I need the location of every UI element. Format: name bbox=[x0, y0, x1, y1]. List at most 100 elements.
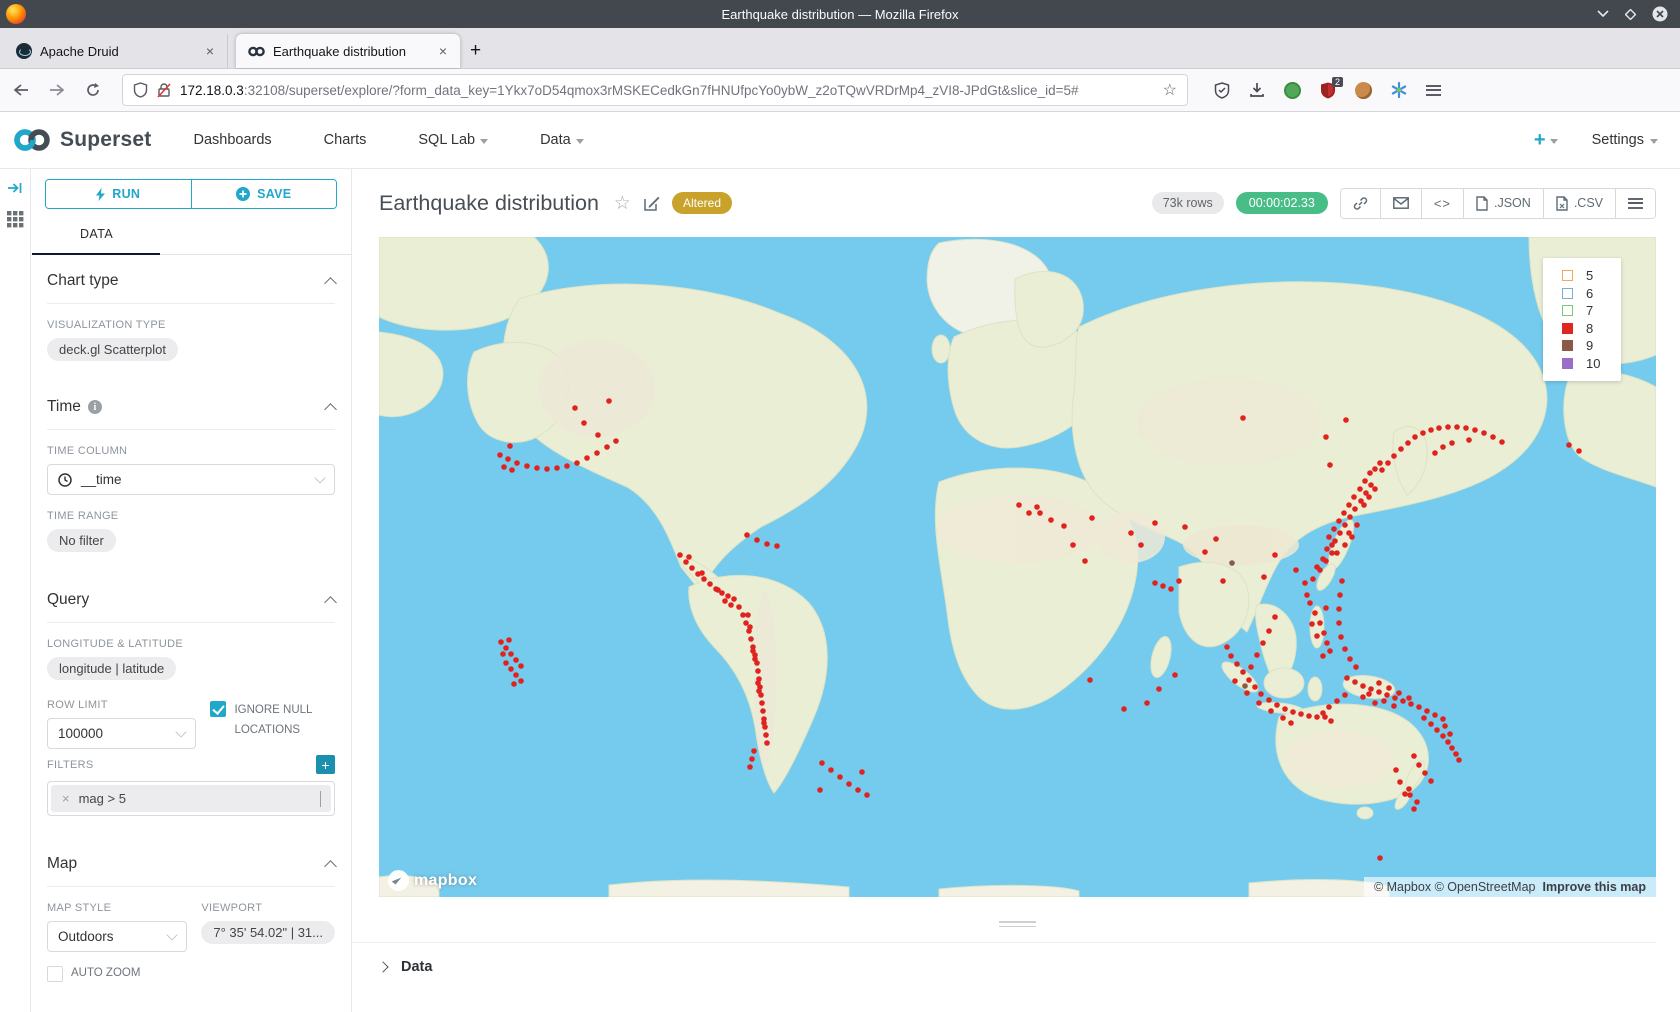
embed-code-button[interactable]: <> bbox=[1422, 189, 1464, 218]
insecure-lock-icon[interactable] bbox=[157, 82, 171, 98]
legend-label: 10 bbox=[1586, 356, 1600, 371]
mapbox-logo[interactable]: mapbox bbox=[388, 870, 477, 891]
envelope-icon bbox=[1393, 197, 1409, 209]
nav-sql-lab[interactable]: SQL Lab bbox=[418, 132, 488, 148]
data-panel-header[interactable]: Data bbox=[352, 942, 1656, 975]
chart-menu-button[interactable] bbox=[1616, 189, 1655, 218]
legend-label: 5 bbox=[1586, 268, 1593, 283]
legend-swatch bbox=[1562, 288, 1573, 299]
tab-apache-druid[interactable]: Apache Druid × bbox=[4, 34, 228, 68]
expand-panel-icon[interactable] bbox=[7, 181, 23, 195]
legend-swatch bbox=[1562, 358, 1573, 369]
dataset-grid-icon[interactable] bbox=[7, 211, 24, 228]
tab-earthquake-distribution[interactable]: Earthquake distribution × bbox=[236, 34, 460, 68]
chevron-down-icon bbox=[176, 726, 187, 737]
bookmark-star-icon[interactable]: ☆ bbox=[1163, 80, 1177, 100]
tab-bar: Apache Druid × Earthquake distribution ×… bbox=[0, 28, 1680, 69]
auto-zoom-checkbox[interactable] bbox=[47, 966, 63, 982]
chevron-down-icon bbox=[576, 139, 584, 144]
tab-close-icon[interactable]: × bbox=[203, 43, 217, 59]
save-button[interactable]: SAVE bbox=[191, 180, 337, 208]
tab-data[interactable]: DATA bbox=[31, 223, 351, 255]
reload-icon[interactable] bbox=[78, 75, 108, 105]
pocket-shield-icon[interactable] bbox=[1214, 82, 1230, 99]
legend-item: 8 bbox=[1562, 320, 1621, 338]
filter-chip[interactable]: × mag > 5 bbox=[51, 785, 331, 812]
add-filter-button[interactable]: + bbox=[316, 755, 335, 774]
close-icon[interactable] bbox=[1652, 6, 1668, 22]
chevron-right-icon[interactable] bbox=[310, 791, 331, 806]
window-title: Earthquake distribution — Mozilla Firefo… bbox=[0, 7, 1680, 22]
info-icon: i bbox=[88, 400, 102, 414]
map-style-label: MAP STYLE bbox=[47, 902, 187, 914]
remove-filter-icon[interactable]: × bbox=[51, 791, 79, 806]
section-query[interactable]: Query bbox=[47, 574, 335, 623]
menu-hamburger-icon[interactable] bbox=[1426, 85, 1441, 96]
forward-icon[interactable] bbox=[42, 75, 72, 105]
favorite-star-icon[interactable]: ☆ bbox=[614, 192, 631, 215]
run-button[interactable]: RUN bbox=[46, 180, 191, 208]
druid-favicon-icon bbox=[16, 43, 32, 59]
clock-icon bbox=[58, 473, 72, 487]
minimize-icon[interactable] bbox=[1597, 10, 1609, 18]
viz-type-value[interactable]: deck.gl Scatterplot bbox=[47, 338, 178, 361]
export-json-button[interactable]: .JSON bbox=[1464, 189, 1544, 218]
back-icon[interactable] bbox=[6, 75, 36, 105]
section-point-size[interactable]: Point Size bbox=[47, 1000, 335, 1012]
brand-name: Superset bbox=[60, 128, 151, 152]
time-range-value[interactable]: No filter bbox=[47, 529, 116, 552]
nav-dashboards[interactable]: Dashboards bbox=[193, 132, 271, 148]
share-link-button[interactable] bbox=[1341, 189, 1381, 218]
superset-header: Superset Dashboards Charts SQL Lab Data … bbox=[0, 112, 1680, 169]
new-tab-button[interactable]: + bbox=[470, 40, 481, 62]
improve-map-link[interactable]: Improve this map bbox=[1543, 880, 1647, 894]
email-button[interactable] bbox=[1381, 189, 1422, 218]
extension-green-icon[interactable] bbox=[1284, 82, 1301, 99]
section-map[interactable]: Map bbox=[47, 838, 335, 887]
tab-close-icon[interactable]: × bbox=[436, 43, 450, 59]
viewport-value[interactable]: 7° 35' 54.02" | 31... bbox=[201, 921, 335, 944]
section-chart-type[interactable]: Chart type bbox=[47, 255, 335, 304]
chevron-up-icon bbox=[324, 403, 337, 416]
legend-label: 9 bbox=[1586, 338, 1593, 353]
row-limit-select[interactable]: 100000 bbox=[47, 718, 196, 749]
downloads-icon[interactable] bbox=[1249, 82, 1265, 98]
settings-menu[interactable]: Settings bbox=[1592, 132, 1658, 148]
legend-item: 6 bbox=[1562, 285, 1621, 303]
map-attribution: © Mapbox © OpenStreetMap Improve this ma… bbox=[1364, 877, 1656, 897]
legend-swatch bbox=[1562, 305, 1573, 316]
altered-badge: Altered bbox=[672, 192, 732, 214]
chevron-up-icon bbox=[324, 596, 337, 609]
viewport-label: VIEWPORT bbox=[201, 902, 335, 914]
resize-handle[interactable] bbox=[379, 921, 1656, 927]
export-csv-button[interactable]: .CSV bbox=[1544, 189, 1616, 218]
new-item-button[interactable]: + bbox=[1534, 129, 1558, 152]
main-content: Earthquake distribution ☆ Altered 73k ro… bbox=[352, 169, 1680, 1012]
edit-properties-icon[interactable] bbox=[644, 195, 660, 211]
chevron-down-icon bbox=[1650, 139, 1658, 144]
nav-charts[interactable]: Charts bbox=[324, 132, 367, 148]
map-style-select[interactable]: Outdoors bbox=[47, 921, 187, 952]
url-text: 172.18.0.3:32108/superset/explore/?form_… bbox=[180, 83, 1154, 98]
window-titlebar: Earthquake distribution — Mozilla Firefo… bbox=[0, 0, 1680, 28]
filter-container: × mag > 5 bbox=[47, 781, 335, 816]
lonlat-label: LONGITUDE & LATITUDE bbox=[47, 638, 335, 650]
legend-label: 8 bbox=[1586, 321, 1593, 336]
url-bar[interactable]: 172.18.0.3:32108/superset/explore/?form_… bbox=[122, 74, 1188, 106]
maximize-icon[interactable] bbox=[1625, 9, 1636, 20]
permissions-shield-icon[interactable] bbox=[133, 82, 148, 98]
privacy-badger-icon[interactable] bbox=[1355, 82, 1372, 99]
map-canvas[interactable]: 5 67 8 9 10 mapbox © Mapbox © OpenStreetMap … bbox=[379, 237, 1656, 897]
chevron-up-icon bbox=[324, 860, 337, 873]
lonlat-value[interactable]: longitude | latitude bbox=[47, 657, 176, 680]
legend-swatch bbox=[1562, 270, 1573, 281]
ignore-null-checkbox[interactable] bbox=[210, 701, 226, 717]
nav-data[interactable]: Data bbox=[540, 132, 584, 148]
legend-label: 7 bbox=[1586, 303, 1593, 318]
ublock-icon[interactable]: 2 bbox=[1320, 82, 1336, 99]
time-column-select[interactable]: __time bbox=[47, 464, 335, 495]
extension-asterisk-icon[interactable] bbox=[1391, 82, 1407, 98]
section-time[interactable]: Timei bbox=[47, 381, 335, 430]
superset-logo[interactable]: Superset bbox=[12, 127, 151, 153]
filters-label: FILTERS bbox=[47, 759, 94, 771]
